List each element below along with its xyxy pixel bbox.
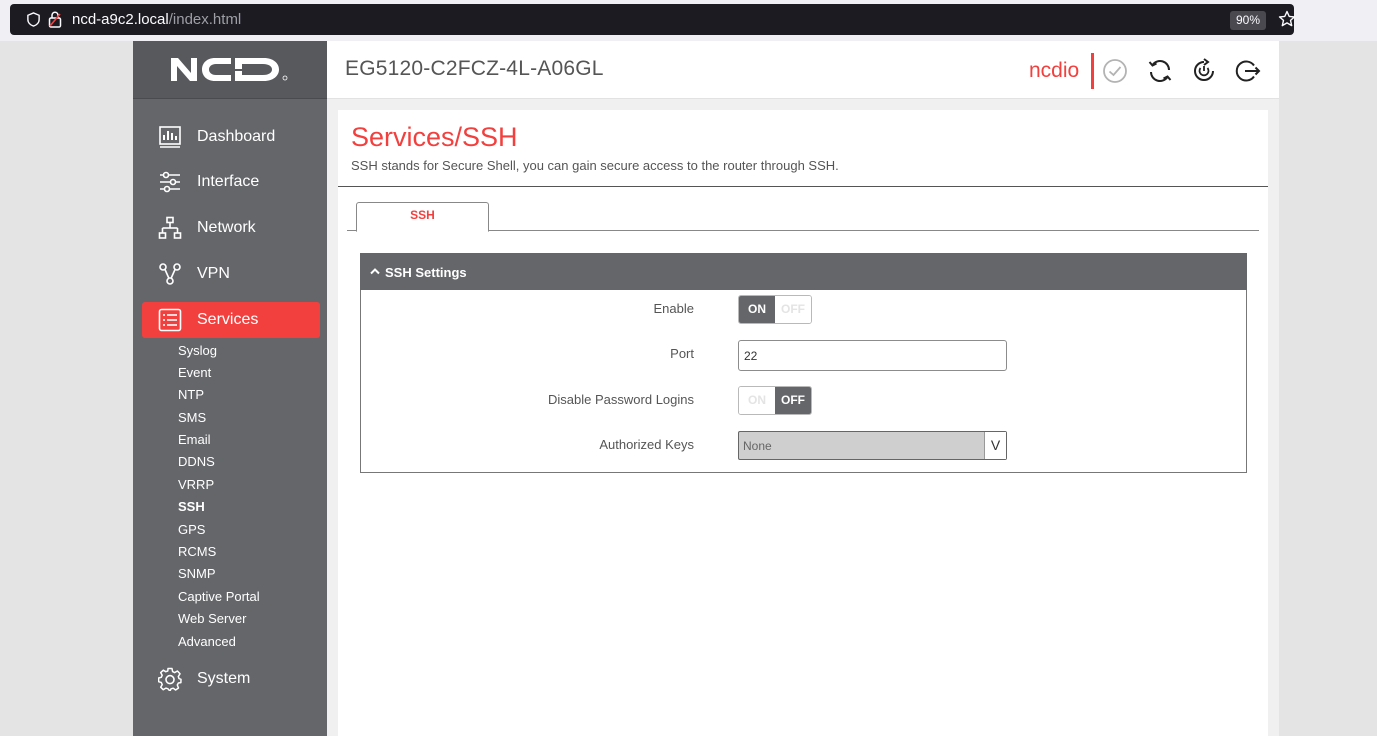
user-name[interactable]: ncdio [1029, 59, 1079, 83]
nav-dashboard[interactable]: Dashboard [142, 119, 320, 155]
router-app: Dashboard Interface Network VPN Services… [133, 41, 1279, 736]
list-icon [158, 308, 182, 332]
power-cycle-icon[interactable] [1191, 58, 1217, 84]
title-divider [338, 186, 1268, 187]
address-bar[interactable]: ncd-a9c2.local/index.html 90% [10, 4, 1296, 35]
page-description: SSH stands for Secure Shell, you can gai… [351, 158, 839, 173]
subnav-syslog[interactable]: Syslog [178, 343, 217, 358]
subnav-ssh[interactable]: SSH [178, 499, 205, 514]
authorized-keys-select[interactable]: None V [738, 431, 1007, 460]
vpn-icon [159, 263, 181, 285]
dropdown-caret-icon[interactable]: V [984, 432, 1006, 459]
subnav-rcms[interactable]: RCMS [178, 544, 216, 559]
bookmark-star-icon[interactable] [1278, 10, 1296, 28]
check-circle-icon[interactable] [1102, 58, 1128, 84]
gear-icon [158, 667, 182, 691]
authorized-keys-label: Authorized Keys [599, 437, 694, 452]
authorized-keys-value: None [743, 439, 772, 453]
nav-network[interactable]: Network [142, 210, 320, 246]
zoom-level[interactable]: 90% [1230, 11, 1267, 30]
disable-password-toggle-off[interactable]: OFF [775, 387, 811, 414]
sliders-icon [160, 171, 180, 193]
nav-system[interactable]: System [142, 661, 320, 697]
main-content: Services/SSH SSH stands for Secure Shell… [327, 99, 1279, 736]
enable-toggle[interactable]: ON OFF [738, 295, 812, 324]
logout-icon[interactable] [1235, 58, 1261, 84]
ssh-settings-section: SSH Settings Enable ON OFF Port Disable … [360, 253, 1247, 473]
page-title: Services/SSH [351, 122, 518, 152]
subnav-advanced[interactable]: Advanced [178, 634, 236, 649]
nav-network-label: Network [197, 219, 256, 236]
ncd-logo[interactable] [169, 55, 293, 83]
nav-interface[interactable]: Interface [142, 164, 320, 200]
sidebar: Dashboard Interface Network VPN Services… [133, 41, 327, 736]
subnav-web-server[interactable]: Web Server [178, 611, 246, 626]
disable-password-logins-toggle[interactable]: ON OFF [738, 386, 812, 415]
enable-toggle-on[interactable]: ON [739, 296, 775, 323]
port-input[interactable] [738, 340, 1007, 371]
shield-icon[interactable] [26, 12, 41, 27]
device-name: EG5120-C2FCZ-4L-A06GL [345, 57, 604, 80]
nav-dashboard-label: Dashboard [197, 128, 276, 145]
subnav-sms[interactable]: SMS [178, 410, 206, 425]
page-panel: Services/SSH SSH stands for Secure Shell… [338, 110, 1268, 736]
subnav-event[interactable]: Event [178, 365, 211, 380]
logo-area [133, 41, 327, 99]
disable-password-toggle-on[interactable]: ON [739, 387, 775, 414]
url-path: /index.html [168, 11, 242, 28]
section-title: SSH Settings [385, 265, 467, 280]
subnav-snmp[interactable]: SNMP [178, 566, 216, 581]
header-divider [1091, 53, 1094, 89]
subnav-vrrp[interactable]: VRRP [178, 477, 214, 492]
nav-vpn-label: VPN [197, 265, 230, 282]
disable-password-logins-label: Disable Password Logins [548, 392, 694, 407]
subnav-gps[interactable]: GPS [178, 522, 205, 537]
ssh-settings-header[interactable]: SSH Settings [360, 253, 1247, 290]
port-label: Port [670, 346, 694, 361]
chevron-up-icon [370, 268, 380, 275]
subnav-ddns[interactable]: DDNS [178, 454, 215, 469]
lock-icon[interactable] [48, 11, 62, 28]
subnav-captive-portal[interactable]: Captive Portal [178, 589, 260, 604]
tab-ssh[interactable]: SSH [356, 202, 489, 232]
url-host: ncd-a9c2.local [72, 11, 169, 28]
nav-services-label: Services [197, 311, 259, 328]
dashboard-icon [159, 126, 181, 148]
nav-vpn[interactable]: VPN [142, 256, 320, 292]
enable-toggle-off[interactable]: OFF [775, 296, 811, 323]
browser-toolbar: ncd-a9c2.local/index.html 90% [0, 0, 1377, 41]
network-icon [158, 216, 182, 239]
refresh-icon[interactable] [1147, 58, 1173, 84]
subnav-email[interactable]: Email [178, 432, 211, 447]
nav-interface-label: Interface [197, 173, 260, 190]
top-header: EG5120-C2FCZ-4L-A06GL ncdio [327, 41, 1279, 99]
nav-services[interactable]: Services [142, 302, 320, 338]
nav-system-label: System [197, 670, 251, 687]
enable-label: Enable [653, 301, 694, 316]
url-text[interactable]: ncd-a9c2.local/index.html [72, 11, 241, 28]
subnav-ntp[interactable]: NTP [178, 387, 204, 402]
